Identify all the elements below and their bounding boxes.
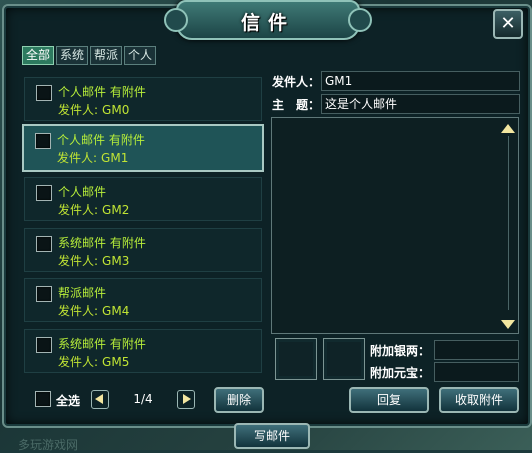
silver-label: 附加银两：: [370, 344, 431, 358]
tab-guild[interactable]: 帮派: [90, 46, 123, 65]
collect-attachment-button[interactable]: 收取附件: [439, 387, 519, 413]
mail-sender-label: 发件人:: [58, 203, 99, 217]
mail-subject: 个人邮件: [58, 185, 107, 199]
title-plate: 信件: [164, 0, 372, 40]
mail-checkbox[interactable]: [36, 185, 52, 201]
mail-subject: 个人邮件 有附件: [57, 133, 145, 147]
tab-all[interactable]: 全部: [22, 46, 55, 65]
mail-item[interactable]: 系统邮件 有附件 发件人: GM5: [24, 329, 262, 373]
mail-item[interactable]: 系统邮件 有附件 发件人: GM3: [24, 228, 262, 272]
mail-sender-label: 发件人:: [58, 304, 99, 318]
reply-button[interactable]: 回复: [349, 387, 429, 413]
mail-item[interactable]: 帮派邮件 发件人: GM4: [24, 278, 262, 322]
mail-sender-line: 发件人: GM3: [58, 252, 129, 269]
yuanbao-field: [434, 362, 519, 382]
sender-field: GM1: [321, 71, 520, 91]
mail-checkbox[interactable]: [35, 133, 51, 149]
scroll-down-arrow-icon[interactable]: [501, 320, 515, 329]
mail-sender: GM5: [102, 355, 130, 369]
mail-sender-line: 发件人: GM0: [58, 101, 129, 118]
mail-item[interactable]: 个人邮件 有附件 发件人: GM0: [24, 77, 262, 121]
mail-sender-label: 发件人:: [57, 151, 98, 165]
select-all-checkbox[interactable]: [35, 391, 51, 407]
mail-body-area[interactable]: [271, 117, 519, 334]
page-indicator: 1/4: [133, 392, 153, 406]
mail-sender: GM1: [101, 151, 129, 165]
attachment-slot[interactable]: [275, 338, 317, 380]
mail-checkbox[interactable]: [36, 286, 52, 302]
sender-label: 发件人：: [272, 75, 321, 89]
tab-personal[interactable]: 个人: [124, 46, 157, 65]
close-icon: ✕: [500, 13, 516, 34]
mail-subject: 系统邮件 有附件: [58, 337, 146, 351]
scroll-up-arrow-icon[interactable]: [501, 124, 515, 133]
yuanbao-label: 附加元宝：: [370, 366, 431, 380]
mail-item[interactable]: 个人邮件 发件人: GM2: [24, 177, 262, 221]
tab-system[interactable]: 系统: [56, 46, 89, 65]
mail-item-selected[interactable]: 个人邮件 有附件 发件人: GM1: [22, 124, 264, 172]
select-all-label: 全选: [56, 394, 81, 408]
mail-checkbox[interactable]: [36, 85, 52, 101]
mail-subject: 系统邮件 有附件: [58, 236, 146, 250]
mail-sender-line: 发件人: GM5: [58, 353, 129, 370]
mail-subject: 个人邮件 有附件: [58, 85, 146, 99]
close-button[interactable]: ✕: [493, 9, 523, 39]
mail-checkbox[interactable]: [36, 236, 52, 252]
subject-field: 这是个人邮件: [321, 94, 520, 114]
watermark-text: 多玩游戏网: [18, 438, 79, 452]
mail-sender-line: 发件人: GM2: [58, 201, 129, 218]
attachment-slot[interactable]: [323, 338, 365, 380]
mail-sender-label: 发件人:: [58, 355, 99, 369]
mail-checkbox[interactable]: [36, 337, 52, 353]
silver-field: [434, 340, 519, 360]
window-title: 信件: [240, 12, 295, 34]
next-page-arrow-icon[interactable]: [177, 390, 195, 409]
mail-subject: 帮派邮件: [58, 286, 107, 300]
delete-button[interactable]: 删除: [214, 387, 264, 413]
mail-sender-line: 发件人: GM4: [58, 302, 129, 319]
scrollbar-track[interactable]: [508, 136, 509, 310]
mail-sender-label: 发件人:: [58, 103, 99, 117]
mail-filter-tabs: 全部 系统 帮派 个人: [22, 46, 157, 65]
mail-sender: GM4: [102, 304, 130, 318]
mail-sender: GM2: [102, 203, 130, 217]
mail-sender-line: 发件人: GM1: [57, 149, 128, 166]
mail-sender-label: 发件人:: [58, 254, 99, 268]
subject-label: 主 题：: [272, 98, 321, 112]
compose-mail-button[interactable]: 写邮件: [234, 423, 310, 449]
mail-sender: GM3: [102, 254, 130, 268]
mail-sender: GM0: [102, 103, 130, 117]
prev-page-arrow-icon[interactable]: [91, 390, 109, 409]
